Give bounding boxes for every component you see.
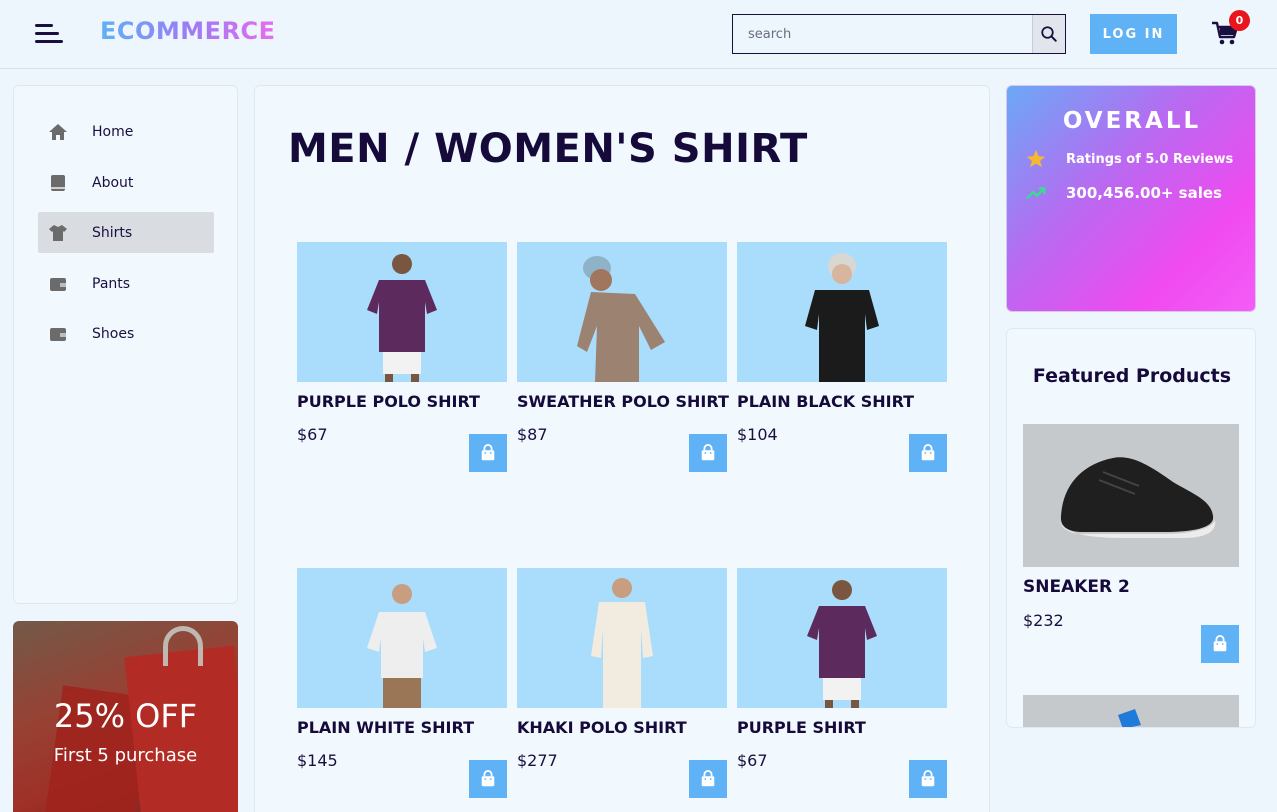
- product-image[interactable]: [517, 568, 727, 708]
- shopping-bag-icon: [921, 770, 935, 787]
- product-price: $145: [297, 751, 338, 770]
- shopping-bag-icon: [1213, 635, 1227, 652]
- product-name[interactable]: PLAIN BLACK SHIRT: [737, 392, 914, 411]
- sidebar-item-label: Pants: [92, 275, 131, 292]
- sidebar-item-shoes[interactable]: Shoes: [38, 313, 214, 354]
- login-button[interactable]: LOG IN: [1090, 14, 1177, 54]
- sidebar-item-label: About: [92, 174, 134, 191]
- product-card: PLAIN WHITE SHIRT $145: [297, 568, 507, 800]
- featured-product-name[interactable]: SNEAKER 2: [1023, 577, 1130, 597]
- featured-title: Featured Products: [1032, 365, 1232, 387]
- featured-product-image[interactable]: [1023, 424, 1239, 567]
- product-card: SWEATHER POLO SHIRT $87: [517, 242, 729, 474]
- shopping-bag-icon: [701, 770, 715, 787]
- shopping-bag-icon: [481, 444, 495, 461]
- search-icon: [1041, 26, 1057, 42]
- logo[interactable]: ECOMMERCE: [100, 17, 276, 45]
- wallet-icon: [48, 274, 68, 294]
- sidebar-item-label: Home: [92, 123, 134, 140]
- product-price: $277: [517, 751, 558, 770]
- wallet-icon: [48, 324, 68, 344]
- product-price: $87: [517, 425, 548, 444]
- trending-up-icon: [1025, 182, 1047, 204]
- product-image[interactable]: [737, 242, 947, 382]
- featured-product-price: $232: [1023, 611, 1064, 630]
- add-to-cart-button[interactable]: [469, 434, 507, 472]
- product-price: $67: [297, 425, 328, 444]
- add-to-cart-button[interactable]: [689, 434, 727, 472]
- rating-text: Ratings of 5.0 Reviews: [1066, 151, 1234, 167]
- sales-text: 300,456.00+ sales: [1066, 184, 1222, 202]
- sidebar-item-label: Shoes: [92, 325, 135, 342]
- page-title: MEN / WOMEN'S SHIRT: [288, 126, 808, 172]
- promo-banner[interactable]: 25% OFF First 5 purchase: [13, 621, 238, 812]
- product-image[interactable]: [297, 242, 507, 382]
- star-icon: [1025, 148, 1047, 170]
- sidebar: Home About Shirts Pants Shoes: [13, 85, 238, 604]
- promo-subtitle: First 5 purchase: [53, 745, 198, 766]
- sidebar-item-pants[interactable]: Pants: [38, 263, 214, 304]
- search-input[interactable]: [733, 15, 1032, 53]
- rating-row: Ratings of 5.0 Reviews: [1025, 148, 1233, 170]
- product-name[interactable]: KHAKI POLO SHIRT: [517, 718, 687, 737]
- sales-row: 300,456.00+ sales: [1025, 182, 1222, 204]
- search-bar: [732, 14, 1066, 54]
- shopping-bag-icon: [481, 770, 495, 787]
- add-to-cart-button[interactable]: [469, 760, 507, 798]
- product-image[interactable]: [517, 242, 727, 382]
- add-to-cart-button[interactable]: [909, 434, 947, 472]
- product-image[interactable]: [297, 568, 507, 708]
- product-price: $67: [737, 751, 768, 770]
- featured-product-image[interactable]: [1023, 695, 1239, 727]
- add-to-cart-button[interactable]: [909, 760, 947, 798]
- product-name[interactable]: PLAIN WHITE SHIRT: [297, 718, 474, 737]
- add-to-cart-button[interactable]: [1201, 625, 1239, 663]
- shopping-bag-icon: [701, 444, 715, 461]
- product-card: PURPLE POLO SHIRT $67: [297, 242, 507, 474]
- book-icon: [48, 173, 68, 193]
- search-button[interactable]: [1032, 15, 1065, 53]
- shopping-bag-icon: [921, 444, 935, 461]
- menu-icon[interactable]: [35, 22, 63, 46]
- sidebar-item-label: Shirts: [92, 224, 133, 241]
- sidebar-item-home[interactable]: Home: [38, 111, 214, 152]
- sidebar-item-shirts[interactable]: Shirts: [38, 212, 214, 253]
- top-header: ECOMMERCE LOG IN 0: [0, 0, 1277, 69]
- featured-products-panel: Featured Products SNEAKER 2 $232: [1006, 328, 1256, 728]
- add-to-cart-button[interactable]: [689, 760, 727, 798]
- product-name[interactable]: PURPLE POLO SHIRT: [297, 392, 480, 411]
- overall-title: OVERALL: [1062, 108, 1202, 134]
- shirt-icon: [48, 223, 68, 243]
- product-image[interactable]: [737, 568, 947, 708]
- product-name[interactable]: SWEATHER POLO SHIRT: [517, 392, 729, 411]
- product-price: $104: [737, 425, 778, 444]
- product-card: KHAKI POLO SHIRT $277: [517, 568, 727, 800]
- product-name[interactable]: PURPLE SHIRT: [737, 718, 866, 737]
- overall-stats-card: OVERALL Ratings of 5.0 Reviews 300,456.0…: [1006, 85, 1256, 312]
- cart-count-badge: 0: [1229, 10, 1250, 31]
- product-card: PURPLE SHIRT $67: [737, 568, 947, 800]
- product-card: PLAIN BLACK SHIRT $104: [737, 242, 947, 474]
- promo-title: 25% OFF: [53, 697, 198, 735]
- sidebar-item-about[interactable]: About: [38, 162, 214, 203]
- product-grid-panel: MEN / WOMEN'S SHIRT PURPLE POLO SHIRT $6…: [254, 85, 990, 812]
- home-icon: [48, 122, 68, 142]
